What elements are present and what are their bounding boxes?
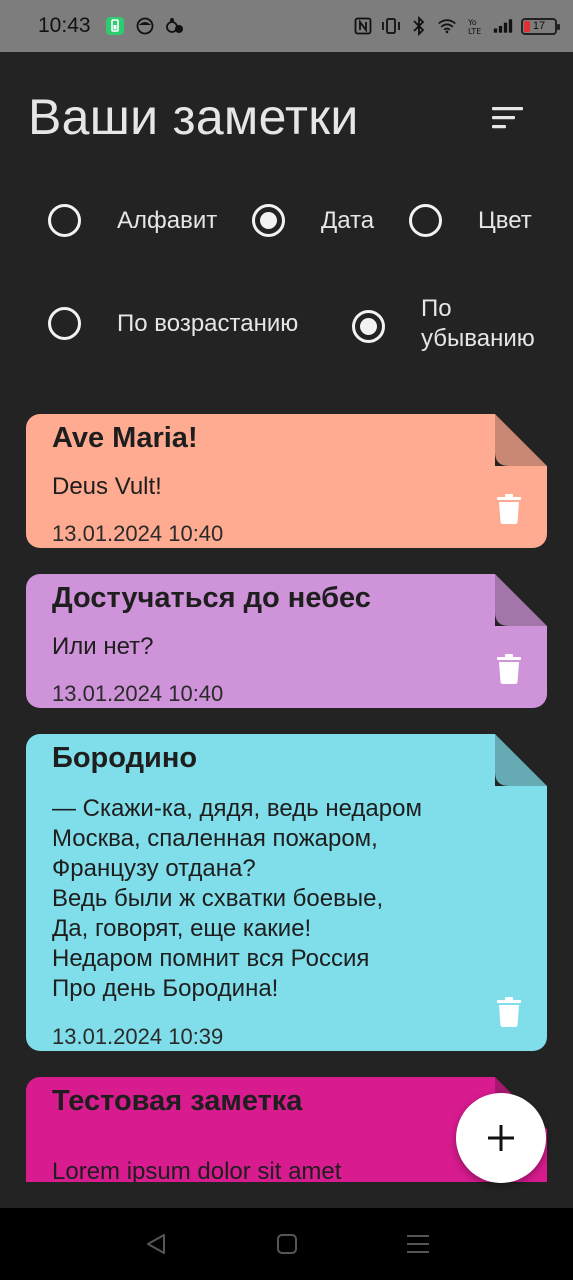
note-title: Достучаться до небес — [52, 582, 371, 614]
radio-button-ascending[interactable] — [48, 307, 81, 340]
radio-option-alphabet[interactable]: Алфавит — [48, 204, 217, 237]
note-card[interactable]: Ave Maria! Deus Vult! 13.01.2024 10:40 — [26, 414, 547, 548]
radio-label-date: Дата — [321, 206, 375, 234]
svg-text:Yo: Yo — [467, 18, 477, 27]
note-text: Или нет? — [52, 633, 154, 660]
header: Ваши заметки — [28, 88, 548, 152]
status-left-icons — [105, 16, 185, 36]
note-date: 13.01.2024 10:39 — [52, 1024, 224, 1049]
radio-label-descending: По убыванию — [421, 295, 535, 352]
trash-icon[interactable] — [497, 494, 521, 524]
note-text: — Скажи-ка, дядя, ведь недаром Москва, с… — [52, 795, 422, 1002]
status-right-icons: Yo LTE 17 — [353, 16, 560, 36]
note-fold-corner — [495, 734, 547, 786]
radio-button-alphabet[interactable] — [48, 204, 81, 237]
wifi-icon — [437, 16, 457, 36]
plus-icon — [488, 1125, 514, 1151]
back-icon — [146, 1234, 165, 1254]
note-fold-corner — [495, 574, 547, 626]
signal-icon — [493, 16, 513, 36]
add-note-button[interactable] — [456, 1093, 546, 1183]
nav-menu-button[interactable] — [398, 1224, 438, 1264]
radio-button-color[interactable] — [409, 204, 442, 237]
note-date: 13.01.2024 10:40 — [52, 521, 224, 546]
radio-button-descending[interactable] — [352, 309, 385, 343]
radio-option-date[interactable]: Дата — [252, 204, 374, 237]
status-time: 10:43 — [38, 14, 91, 37]
sort-button[interactable] — [488, 102, 528, 134]
radio-option-ascending[interactable]: По возрастанию — [48, 307, 298, 340]
note-title: Тестовая заметка — [52, 1085, 303, 1117]
home-icon — [276, 1234, 297, 1254]
trash-icon[interactable] — [497, 997, 521, 1027]
note-title: Бородино — [52, 742, 198, 774]
note-text: Deus Vult! — [52, 473, 162, 500]
page-title: Ваши заметки — [28, 89, 359, 145]
menu-icon — [406, 1235, 429, 1253]
trash-icon[interactable] — [497, 654, 521, 684]
svg-text:LTE: LTE — [468, 27, 481, 35]
notes-list: Ave Maria! Deus Vult! 13.01.2024 10:40 Д… — [0, 400, 573, 1182]
radio-option-descending[interactable]: По убыванию — [352, 294, 535, 354]
radio-label-ascending: По возрастанию — [117, 309, 299, 337]
battery-level: 17 — [532, 20, 546, 32]
volte-icon: Yo LTE — [465, 16, 485, 36]
note-date: 13.01.2024 10:40 — [52, 681, 224, 706]
note-text: Lorem ipsum dolor sit amet — [52, 1158, 342, 1182]
sort-icon — [492, 107, 523, 129]
radio-label-alphabet: Алфавит — [117, 206, 218, 234]
nav-back-button[interactable] — [136, 1224, 176, 1264]
vibrate-icon — [381, 16, 401, 36]
radio-button-date[interactable] — [252, 204, 285, 237]
status-bar: 10:43 Yo LTE 17 — [0, 0, 573, 52]
radio-option-color[interactable]: Цвет — [409, 204, 532, 237]
nfc-icon — [353, 16, 373, 36]
battery-indicator: 17 — [521, 17, 560, 35]
bluetooth-icon — [409, 16, 429, 36]
nav-home-button[interactable] — [267, 1224, 307, 1264]
battery-saver-icon — [105, 16, 125, 36]
note-card[interactable]: Достучаться до небес Или нет? 13.01.2024… — [26, 574, 547, 708]
note-fold-corner — [495, 414, 547, 466]
note-card[interactable]: Бородино — Скажи-ка, дядя, ведь недаром … — [26, 734, 547, 1051]
face-icon — [135, 16, 155, 36]
note-title: Ave Maria! — [52, 422, 198, 454]
bubbles-icon — [165, 16, 185, 36]
radio-label-color: Цвет — [478, 206, 532, 234]
navigation-bar — [0, 1208, 573, 1280]
